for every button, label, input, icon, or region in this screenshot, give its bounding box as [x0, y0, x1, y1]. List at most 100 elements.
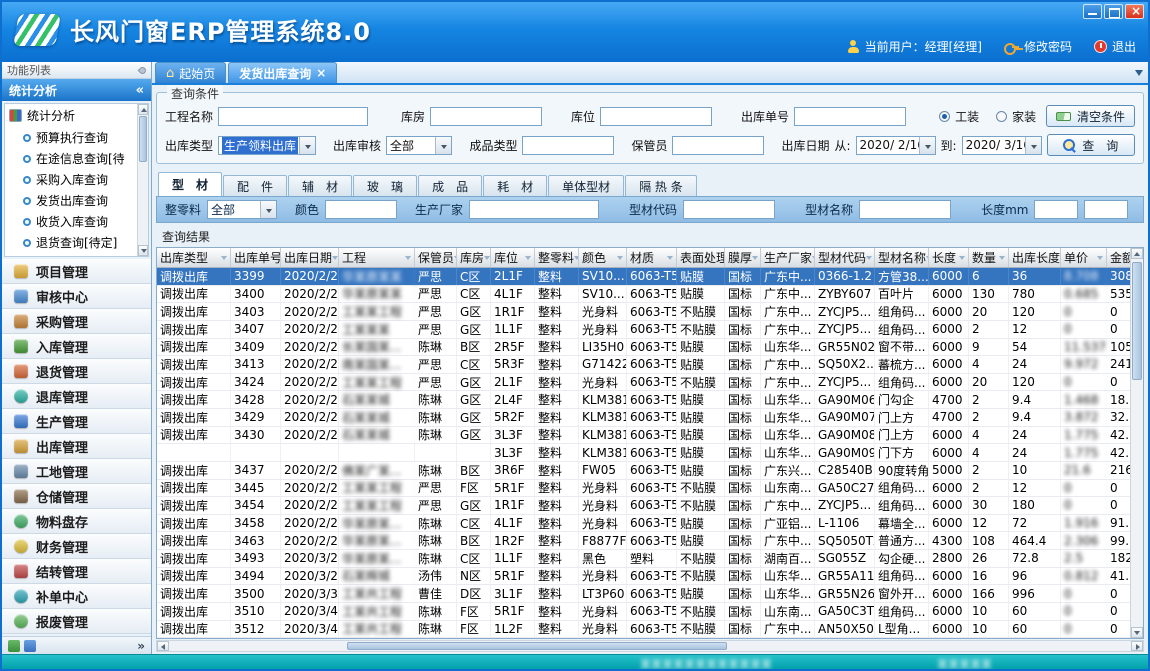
material-tab-1[interactable]: 配 件: [223, 175, 287, 196]
table-vertical-scrollbar[interactable]: [1130, 248, 1143, 638]
table-row[interactable]: 调拨出库34932020/3/2华某原某...陈琳C区1L1F整料黑色塑料不贴膜…: [157, 550, 1130, 568]
radio-uniform[interactable]: [939, 111, 950, 122]
column-header-8[interactable]: 颜色: [579, 248, 627, 267]
table-row[interactable]: 调拨出库34132020/2/26南某国某...严思C区5R3F整料G71422…: [157, 356, 1130, 374]
tree-item[interactable]: 采购入库查询: [5, 169, 148, 190]
scroll-right-icon[interactable]: [1131, 641, 1143, 651]
tree-item[interactable]: 在途信息查询[待: [5, 148, 148, 169]
column-header-17[interactable]: 出库长度: [1009, 248, 1061, 267]
sidebar-item-return-goods[interactable]: 退货管理: [2, 359, 151, 384]
hscrollbar-thumb[interactable]: [347, 642, 727, 650]
product-type-input[interactable]: [522, 136, 614, 155]
more-panels-icon[interactable]: [137, 639, 145, 653]
sidebar-item-outbound[interactable]: 出库管理: [2, 434, 151, 459]
sidebar-section-header[interactable]: 统计分析: [2, 79, 151, 101]
table-row[interactable]: 调拨出库34452020/2/27工某某工程严思F区5R1F整料光身料6063-…: [157, 480, 1130, 498]
column-header-19[interactable]: 金额: [1107, 248, 1130, 267]
table-row[interactable]: 调拨出库34002020/2/25华某原某某严思C区4L1F整料SV10...6…: [157, 286, 1130, 304]
table-row[interactable]: 调拨出库34632020/2/28华某原某...陈琳B区1R2F整料F8877F…: [157, 532, 1130, 550]
pin-icon[interactable]: [138, 65, 148, 75]
whole-piece-select[interactable]: 全部: [207, 200, 277, 219]
table-row[interactable]: 调拨出库34302020/2/26石某某城陈琳G区3L3F整料KLM381760…: [157, 427, 1130, 445]
tree-scrollbar-thumb[interactable]: [139, 116, 147, 162]
sidebar-item-return-store[interactable]: 退库管理: [2, 384, 151, 409]
profile-name-input[interactable]: [859, 200, 951, 219]
clear-conditions-button[interactable]: 清空条件: [1046, 105, 1135, 127]
tree-item[interactable]: 预算执行查询: [5, 127, 148, 148]
tree-item[interactable]: 发货出库查询: [5, 190, 148, 211]
tab-close-icon[interactable]: [316, 66, 326, 80]
minimize-button[interactable]: [1083, 4, 1102, 19]
table-row[interactable]: 调拨出库34032020/2/25工某某工程严思G区1R1F整料光身料6063-…: [157, 303, 1130, 321]
length-max-input[interactable]: [1084, 200, 1128, 219]
column-header-13[interactable]: 型材代码: [815, 248, 875, 267]
scroll-down-icon[interactable]: [1131, 627, 1143, 638]
column-header-7[interactable]: 整零料: [535, 248, 579, 267]
table-row[interactable]: 调拨出库34242020/2/26工某某工程严思G区2L1F整料光身料6063-…: [157, 374, 1130, 392]
column-header-1[interactable]: 出库单号: [231, 248, 281, 267]
table-row[interactable]: 调拨出库34942020/3/2石某辉城汤伟N区5R1F整料光身料6063-T5…: [157, 568, 1130, 586]
sidebar-item-project[interactable]: 项目管理: [2, 259, 151, 284]
material-tab-7[interactable]: 隔 热 条: [625, 175, 697, 196]
column-header-4[interactable]: 保管员: [415, 248, 457, 267]
collapse-icon[interactable]: [136, 83, 144, 98]
table-row[interactable]: 调拨出库34542020/2/28工某某工程严思G区1R1F整料光身料6063-…: [157, 497, 1130, 515]
scroll-up-icon[interactable]: [138, 104, 148, 115]
vscrollbar-thumb[interactable]: [1132, 262, 1142, 380]
column-header-12[interactable]: 生产厂家: [761, 248, 815, 267]
location-input[interactable]: [600, 107, 712, 126]
sidebar-item-site[interactable]: 工地管理: [2, 459, 151, 484]
material-tab-4[interactable]: 成 品: [418, 175, 482, 196]
material-tab-3[interactable]: 玻 璃: [353, 175, 417, 196]
sidebar-item-inbound[interactable]: 入库管理: [2, 334, 151, 359]
sidebar-item-production[interactable]: 生产管理: [2, 409, 151, 434]
table-row[interactable]: 调拨出库33992020/2/25华某原某某严思C区2L1F整料SV10...6…: [157, 268, 1130, 286]
column-header-0[interactable]: 出库类型: [157, 248, 231, 267]
sidebar-item-warehouse[interactable]: 仓储管理: [2, 484, 151, 509]
sidebar-item-audit[interactable]: 审核中心: [2, 284, 151, 309]
maximize-button[interactable]: [1104, 4, 1123, 19]
column-header-15[interactable]: 长度: [929, 248, 969, 267]
outbound-type-select[interactable]: 生产领料出库: [218, 136, 316, 155]
warehouse-input[interactable]: [430, 107, 542, 126]
tree-item[interactable]: 库存管理[待定]: [5, 253, 148, 257]
table-row[interactable]: 调拨出库34092020/2/25长某国某...陈琳B区2R5F整料LI35H0…: [157, 339, 1130, 357]
sidebar-item-carryover[interactable]: 结转管理: [2, 559, 151, 584]
column-header-5[interactable]: 库房: [457, 248, 491, 267]
material-tab-0[interactable]: 型 材: [158, 172, 222, 196]
panel-list-icon[interactable]: [24, 640, 36, 652]
tab-shipping-outbound-query[interactable]: 发货出库查询: [228, 62, 337, 83]
column-header-2[interactable]: 出库日期: [281, 248, 339, 267]
sidebar-item-inventory[interactable]: 物料盘存: [2, 509, 151, 534]
sidebar-item-scrap[interactable]: 报废管理: [2, 609, 151, 634]
column-header-11[interactable]: 膜厚: [725, 248, 761, 267]
column-header-6[interactable]: 库位: [491, 248, 535, 267]
radio-home[interactable]: [996, 111, 1007, 122]
change-password-button[interactable]: 修改密码: [1004, 38, 1072, 55]
tab-list-dropdown-icon[interactable]: [1135, 70, 1143, 76]
keeper-input[interactable]: [672, 136, 764, 155]
scroll-up-icon[interactable]: [1131, 248, 1143, 259]
material-tab-6[interactable]: 单体型材: [548, 175, 624, 196]
tree-root-statistics[interactable]: 统计分析: [5, 104, 148, 127]
scroll-left-icon[interactable]: [157, 641, 169, 651]
order-no-input[interactable]: [794, 107, 906, 126]
manufacturer-input[interactable]: [469, 200, 599, 219]
project-name-input[interactable]: [218, 107, 368, 126]
length-min-input[interactable]: [1034, 200, 1078, 219]
logout-button[interactable]: 退出: [1094, 38, 1136, 55]
table-row[interactable]: 调拨出库35002020/3/3工某共工程曹佳D区3L1F整料LT3P60606…: [157, 585, 1130, 603]
table-horizontal-scrollbar[interactable]: [156, 640, 1144, 652]
column-header-18[interactable]: 单价: [1061, 248, 1107, 267]
column-header-16[interactable]: 数量: [969, 248, 1009, 267]
date-to-picker[interactable]: 2020/ 3/16: [962, 136, 1042, 155]
scroll-down-icon[interactable]: [138, 245, 148, 256]
date-from-picker[interactable]: 2020/ 2/16: [856, 136, 936, 155]
material-tab-2[interactable]: 辅 材: [288, 175, 352, 196]
sidebar-item-supplement[interactable]: 补单中心: [2, 584, 151, 609]
search-button[interactable]: 查 询: [1047, 134, 1135, 156]
color-input[interactable]: [325, 200, 397, 219]
material-tab-5[interactable]: 耗 材: [483, 175, 547, 196]
column-header-10[interactable]: 表面处理: [677, 248, 725, 267]
close-button[interactable]: [1125, 4, 1144, 19]
